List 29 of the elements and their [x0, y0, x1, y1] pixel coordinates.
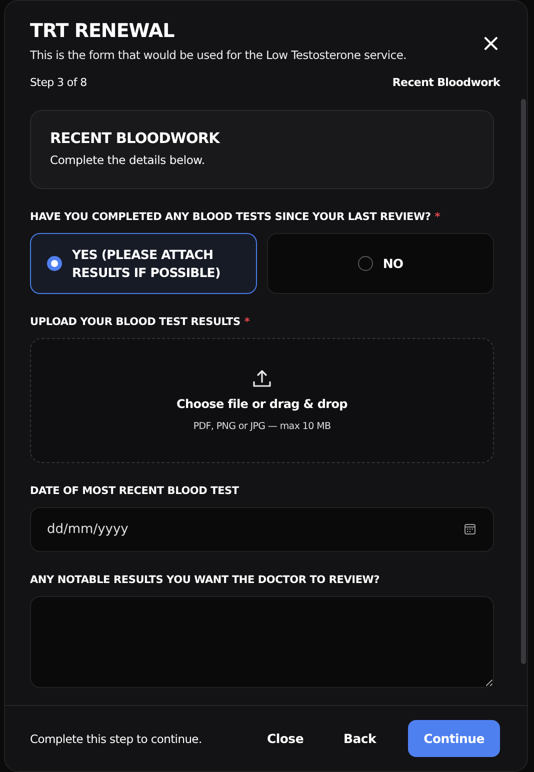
primary-button[interactable]: Continue	[408, 720, 500, 757]
section-name: Recent Bloodwork	[392, 76, 500, 89]
section-title: RECENT BLOODWORK	[50, 131, 221, 147]
radio-icon	[358, 256, 373, 271]
scrollbar[interactable]	[521, 99, 526, 664]
radio-option[interactable]: YES (PLEASE ATTACH RESULTS IF POSSIBLE)	[30, 233, 257, 294]
text-button[interactable]: Back	[328, 720, 392, 757]
text-button[interactable]: Close	[251, 720, 320, 757]
required-mark: *	[244, 316, 250, 328]
upload-label: UPLOAD YOUR BLOOD TEST RESULTS	[30, 316, 240, 328]
notes-label: ANY NOTABLE RESULTS YOU WANT THE DOCTOR TO REVIEW?	[30, 574, 380, 586]
upload-prompt: Choose file or drag & drop	[176, 397, 348, 411]
modal-title: TRT RENEWAL	[30, 20, 176, 42]
footer-status: Complete this step to continue.	[30, 732, 202, 746]
date-field[interactable]: dd/mm/yyyy	[30, 507, 494, 552]
upload-hint: PDF, PNG or JPG — max 10 MB	[193, 421, 331, 432]
modal-subtitle: This is the form that would be used for the Low Testosterone service.	[30, 48, 406, 62]
upload-icon	[252, 369, 272, 389]
radio-icon	[47, 256, 62, 271]
required-mark: *	[434, 211, 440, 223]
calendar-icon	[464, 523, 476, 535]
step-counter: Step 3 of 8	[30, 76, 87, 89]
file-dropzone[interactable]: Choose file or drag & drop PDF, PNG or JPG — max 10 MB	[30, 338, 494, 463]
close-button[interactable]: ×	[480, 31, 501, 55]
notes-field[interactable]	[30, 596, 494, 688]
date-label: DATE OF MOST RECENT BLOOD TEST	[30, 485, 239, 497]
radio-option[interactable]: NO	[267, 233, 494, 294]
question-label: HAVE YOU COMPLETED ANY BLOOD TESTS SINCE YOUR LAST REVIEW?	[30, 211, 431, 223]
section-description: Complete the details below.	[50, 153, 206, 167]
